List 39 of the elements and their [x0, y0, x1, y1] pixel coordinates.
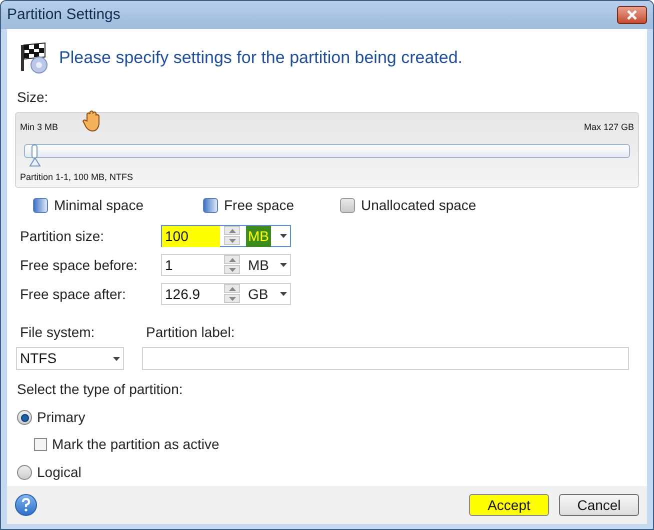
flag-gear-icon [19, 41, 49, 75]
space-checkbox[interactable]: Free space [203, 195, 340, 216]
radio-option[interactable]: Primary [17, 407, 86, 428]
file-system-dropdown[interactable]: NTFS [16, 347, 124, 370]
dialog-button[interactable]: Cancel [559, 494, 639, 516]
help-icon[interactable] [15, 494, 37, 516]
caret-icon [280, 292, 287, 296]
max-size-text: Max 127 GB [584, 121, 634, 134]
partition-caption: Partition 1-1, 100 MB, NTFS [20, 170, 134, 184]
value-field[interactable]: 126.9 [162, 284, 220, 304]
window-title: Partition Settings [7, 4, 120, 25]
min-size-text: Min 3 MB [20, 121, 58, 134]
value-field[interactable]: 1 [162, 254, 220, 276]
partition-type-label: Select the type of partition: [17, 380, 184, 399]
field-label: Free space after: [20, 284, 127, 304]
spinner-icon[interactable] [224, 226, 240, 246]
unit-dropdown[interactable]: MB [246, 255, 290, 275]
unit-dropdown[interactable]: GB [246, 284, 290, 304]
file-system-label: File system: [20, 323, 96, 342]
size-label: Size: [17, 88, 50, 107]
field-label: Partition size: [20, 226, 106, 246]
radio-option[interactable]: Logical [17, 462, 82, 483]
caret-icon [113, 356, 120, 360]
caret-icon [280, 263, 287, 267]
spinner-icon[interactable] [224, 284, 240, 304]
space-checkbox[interactable]: Minimal space [33, 195, 203, 216]
slider-thumb[interactable] [28, 144, 42, 170]
dialog-button[interactable]: Accept [469, 494, 549, 516]
partition-label-field[interactable] [142, 347, 629, 370]
close-button[interactable] [617, 6, 647, 24]
field-label: Free space before: [20, 256, 139, 275]
spinner-icon[interactable] [224, 255, 240, 275]
value-field[interactable]: 100 [162, 226, 220, 246]
close-icon [626, 10, 638, 20]
header-text: Please specify settings for the partition being created. [59, 47, 463, 70]
caret-icon [280, 234, 287, 238]
active-checkbox[interactable]: Mark the partition as active [34, 434, 220, 455]
partition-label-label: Partition label: [146, 323, 235, 342]
space-checkbox[interactable]: Unallocated space [340, 195, 510, 216]
